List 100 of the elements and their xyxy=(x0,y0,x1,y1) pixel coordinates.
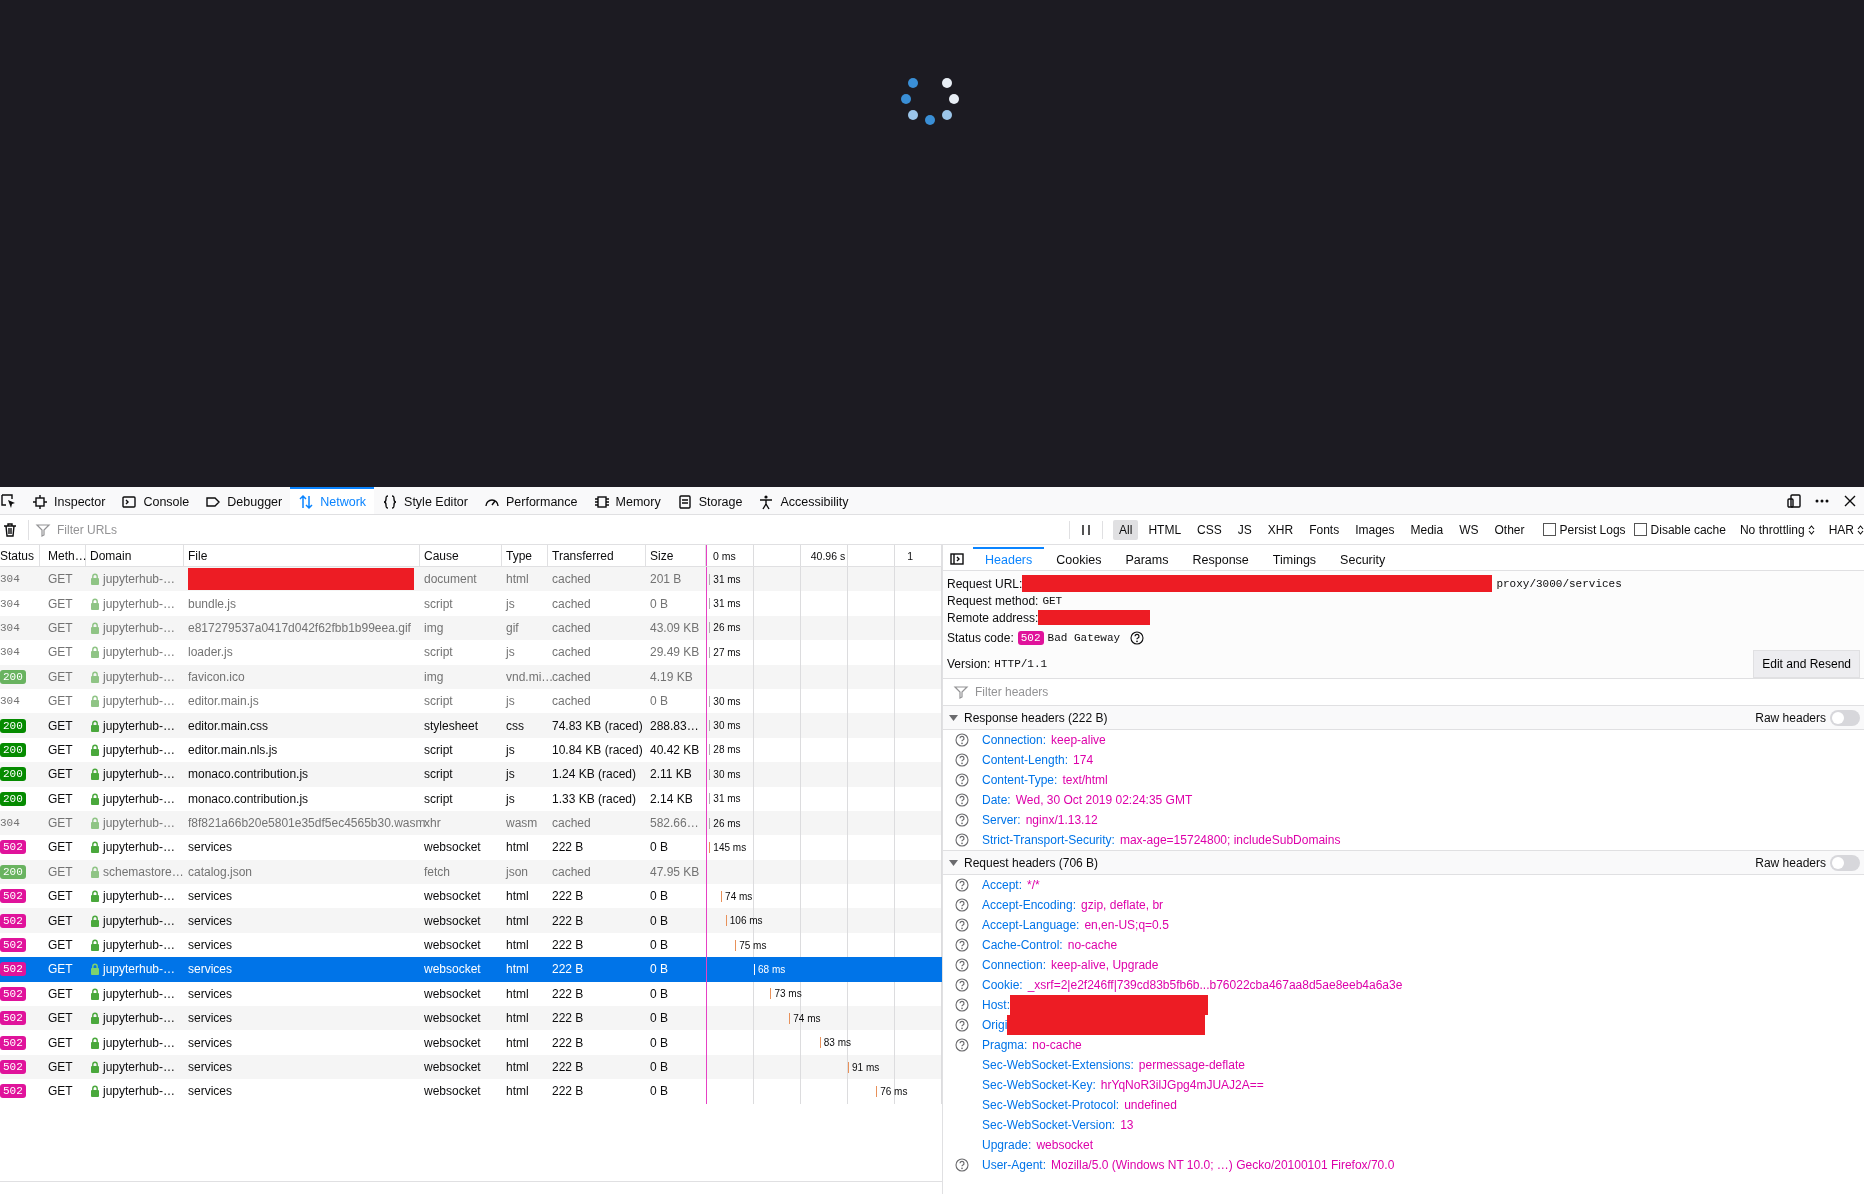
request-row[interactable]: 502 GET jupyterhub-… services websocket html 222 B 0 B 74 ms xyxy=(0,884,942,909)
lock-icon xyxy=(90,621,100,634)
section-header[interactable]: Request headers (706 B) Raw headers xyxy=(943,850,1864,875)
url-filter-field[interactable]: Filter URLs xyxy=(55,521,319,538)
devtools-tab[interactable]: Memory xyxy=(585,487,669,514)
type-filter-button[interactable]: CSS xyxy=(1191,519,1228,540)
request-row[interactable]: 200 GET jupyterhub-… editor.main.nls.js script js 10.84 KB (raced) 40.42 KB 28 ms xyxy=(0,737,942,763)
toggle-switch[interactable] xyxy=(1830,709,1860,726)
dropdown[interactable]: HAR xyxy=(1828,522,1864,537)
size-text: 0 B xyxy=(650,840,668,855)
loading-spinner-icon xyxy=(900,76,960,126)
details-tab[interactable]: Params xyxy=(1113,547,1181,570)
column-header[interactable]: Type xyxy=(502,545,548,566)
file-name: services xyxy=(188,913,232,928)
devtools-tab[interactable]: Network xyxy=(290,487,375,514)
header-filter-field[interactable]: Filter headers xyxy=(973,684,1277,700)
devtools-tab[interactable]: Accessibility xyxy=(750,487,857,514)
checkbox[interactable] xyxy=(1542,523,1556,536)
type-filter-button[interactable]: XHR xyxy=(1261,519,1300,540)
triangle-icon[interactable] xyxy=(949,713,958,722)
up-down-chevron-icon xyxy=(1857,524,1864,535)
column-header[interactable]: Status xyxy=(0,545,40,566)
devtools-tab[interactable]: Console xyxy=(113,487,198,514)
section-header[interactable]: Response headers (222 B) Raw headers xyxy=(943,705,1864,730)
column-header[interactable]: Domain xyxy=(86,545,184,566)
domain-text: jupyterhub-… xyxy=(103,718,176,733)
cause-text: xhr xyxy=(424,816,441,831)
type-text: js xyxy=(506,645,515,660)
checkbox-label[interactable]: Disable cache xyxy=(1650,522,1726,537)
checkbox[interactable] xyxy=(1633,523,1647,536)
transferred-text: 222 B xyxy=(552,1035,584,1050)
type-filter-button[interactable]: Fonts xyxy=(1303,519,1346,540)
request-row[interactable]: 502 GET jupyterhub-… services websocket html 222 B 0 B 91 ms xyxy=(0,1054,942,1080)
status-badge: 200 xyxy=(0,791,26,806)
cursor-box-icon[interactable] xyxy=(0,492,16,509)
method-text: GET xyxy=(48,1084,73,1099)
request-row[interactable]: 502 GET jupyterhub-… services websocket html 222 B 0 B 145 ms xyxy=(0,835,942,860)
request-row[interactable]: 502 GET jupyterhub-… services websocket html 222 B 0 B 73 ms xyxy=(0,981,942,1007)
request-row[interactable]: 502 GET jupyterhub-… services websocket html 222 B 0 B 106 ms xyxy=(0,908,942,933)
toggle-switch[interactable] xyxy=(1830,854,1860,871)
status-badge: 502 xyxy=(0,938,26,953)
transferred-text: cached xyxy=(552,816,591,831)
details-tab[interactable]: Cookies xyxy=(1044,547,1114,570)
column-header[interactable]: Transferred xyxy=(548,545,646,566)
timing-label: 30 ms xyxy=(713,720,741,732)
column-header[interactable]: Cause xyxy=(420,545,502,566)
details-tab[interactable]: Response xyxy=(1180,547,1261,570)
type-filter-button[interactable]: Images xyxy=(1349,519,1401,540)
header-name: Date: xyxy=(982,793,1011,807)
request-row[interactable]: 304 GET jupyterhub-… document html cached 201 B 31 ms xyxy=(0,567,942,592)
request-row[interactable]: 304 GET jupyterhub-… editor.main.js script js cached 0 B 30 ms xyxy=(0,688,942,714)
type-filter-button[interactable]: Other xyxy=(1488,519,1531,540)
type-filter-button[interactable]: All xyxy=(1113,519,1139,540)
request-row[interactable]: 200 GET jupyterhub-… favicon.ico img vnd.mi…cached 4.19 KB xyxy=(0,664,942,689)
trash-icon[interactable] xyxy=(2,521,18,538)
request-row[interactable]: 200 GET jupyterhub-… monaco.contribution.js script js 1.33 KB (raced) 2.14 KB 31 ms xyxy=(0,786,942,811)
file-name: monaco.contribution.js xyxy=(188,791,309,806)
devtools-tab[interactable]: Style Editor xyxy=(374,487,476,514)
devtools-tab[interactable]: Inspector xyxy=(24,487,114,514)
edit-and-resend-button[interactable]: Edit and Resend xyxy=(1753,650,1860,678)
request-row[interactable]: 502 GET jupyterhub-… services websocket html 222 B 0 B 68 ms xyxy=(0,957,942,982)
help-icon[interactable] xyxy=(1130,631,1145,645)
column-header[interactable]: Meth… xyxy=(40,545,86,566)
column-header[interactable]: Size xyxy=(646,545,706,566)
domain-text: jupyterhub-… xyxy=(103,1011,176,1026)
request-row[interactable]: 502 GET jupyterhub-… services websocket html 222 B 0 B 76 ms xyxy=(0,1079,942,1104)
request-row[interactable]: 304 GET jupyterhub-… e817279537a0417d042f62fbb1b99eea.gif img gif cached 43.09 KB 26 ms xyxy=(0,615,942,641)
responsive-icon[interactable] xyxy=(1786,492,1802,509)
request-row[interactable]: 200 GET schemastore… catalog.json fetch json cached 47.95 KB xyxy=(0,859,942,885)
type-filter-button[interactable]: Media xyxy=(1404,519,1450,540)
request-row[interactable]: 304 GET jupyterhub-… bundle.js script js cached 0 B 31 ms xyxy=(0,591,942,616)
devtools-tab[interactable]: Debugger xyxy=(197,487,291,514)
file-name: services xyxy=(188,1084,232,1099)
type-filter-button[interactable]: JS xyxy=(1231,519,1258,540)
header-value: nginx/1.13.12 xyxy=(1025,813,1098,827)
status-badge: 502 xyxy=(0,1060,26,1074)
status-badge: 502 xyxy=(0,1011,26,1026)
cause-text: script xyxy=(424,791,453,806)
checkbox-label[interactable]: Persist Logs xyxy=(1559,522,1626,537)
cause-text: websocket xyxy=(424,913,481,928)
request-row[interactable]: 200 GET jupyterhub-… editor.main.css stylesheet css 74.83 KB (raced) 288.83… 30 ms xyxy=(0,713,942,738)
request-row[interactable]: 304 GET jupyterhub-… loader.js script js cached 29.49 KB 27 ms xyxy=(0,640,942,665)
triangle-icon[interactable] xyxy=(949,858,958,867)
type-filter-button[interactable]: HTML xyxy=(1142,519,1188,540)
status-code: 304 xyxy=(0,597,20,610)
request-row[interactable]: 502 GET jupyterhub-… services websocket html 222 B 0 B 83 ms xyxy=(0,1030,942,1055)
type-filter-button[interactable]: WS xyxy=(1453,519,1485,540)
file-name: monaco.contribution.js xyxy=(188,767,309,782)
panel-icon[interactable] xyxy=(949,550,965,567)
size-text: 0 B xyxy=(650,986,668,1001)
lock-icon xyxy=(90,890,100,903)
devtools-tab[interactable]: Performance xyxy=(475,487,586,514)
column-header[interactable]: File xyxy=(184,545,420,566)
request-row[interactable]: 502 GET jupyterhub-… services websocket html 222 B 0 B 75 ms xyxy=(0,932,942,958)
request-row[interactable]: 502 GET jupyterhub-… services websocket html 222 B 0 B 74 ms xyxy=(0,1006,942,1031)
details-tab[interactable]: Timings xyxy=(1260,547,1329,570)
devtools-tab[interactable]: Storage xyxy=(668,487,751,514)
request-row[interactable]: 304 GET jupyterhub-… f8f821a66b20e5801e35df5ec4565b30.wasmxhr wasm cached 582.66… 26 ms xyxy=(0,810,942,836)
details-tab[interactable]: Security xyxy=(1328,547,1398,570)
request-row[interactable]: 200 GET jupyterhub-… monaco.contribution.js script js 1.24 KB (raced) 2.11 KB 30 ms xyxy=(0,762,942,787)
